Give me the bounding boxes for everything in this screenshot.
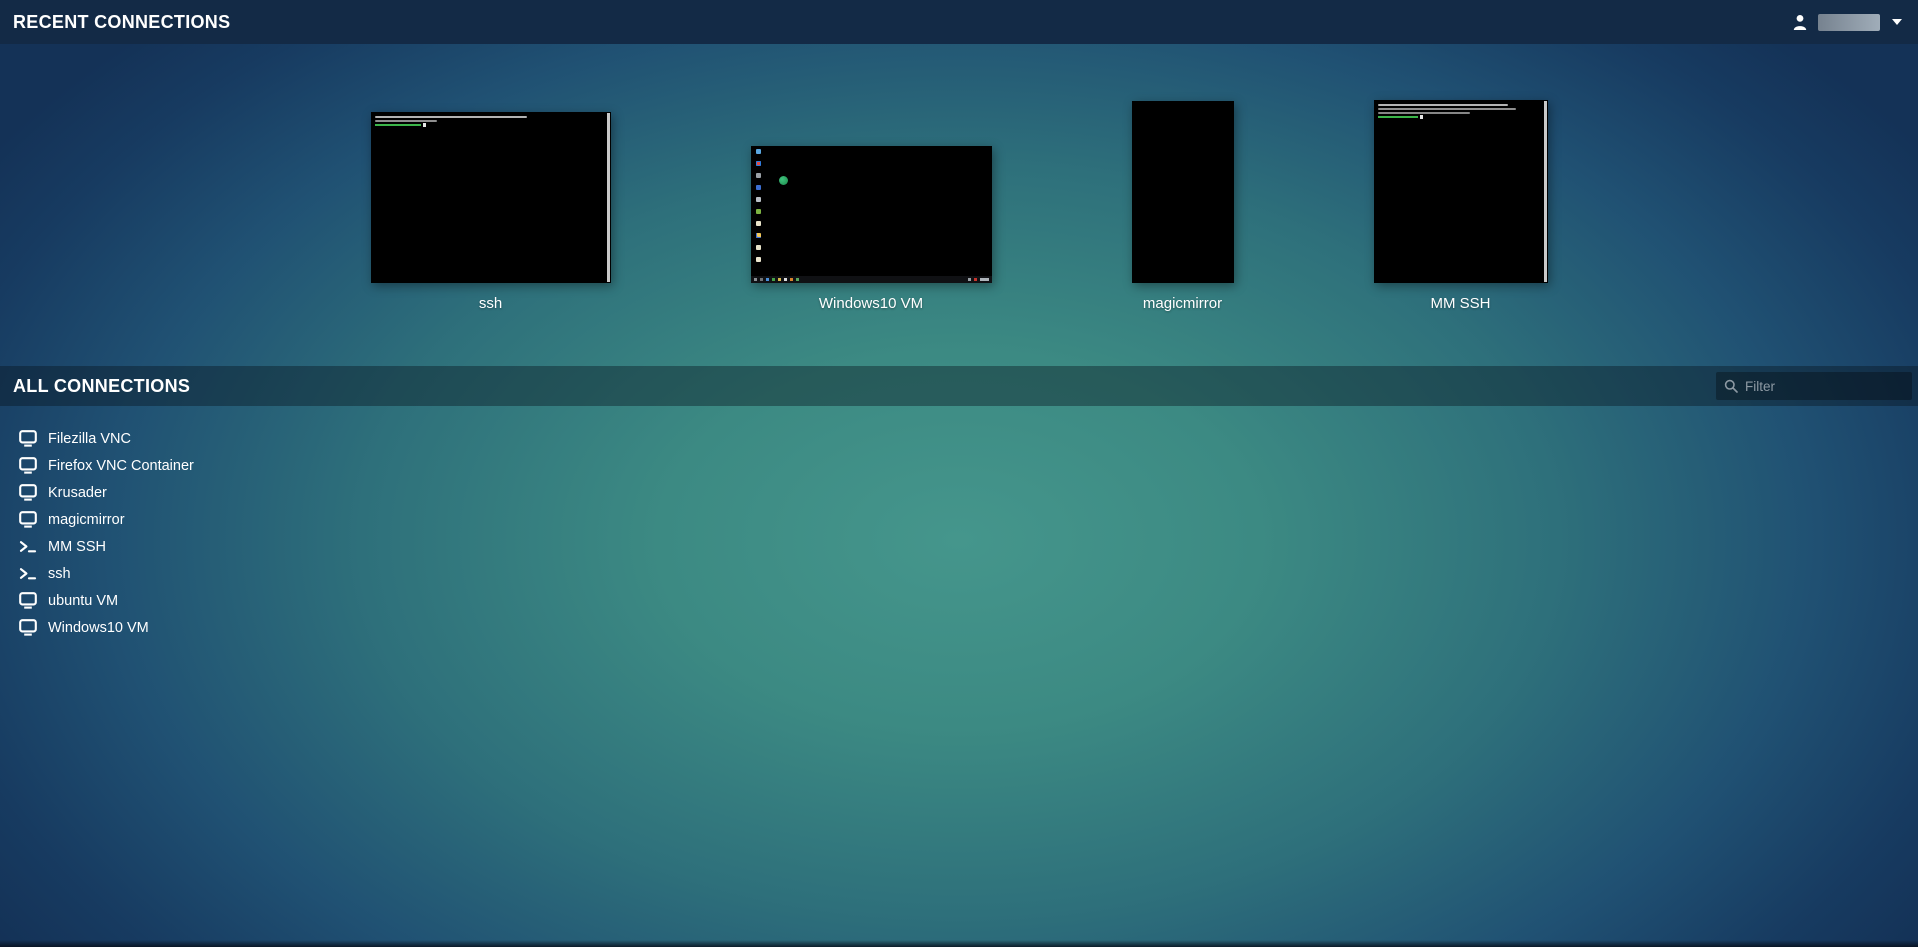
connection-list-item[interactable]: Firefox VNC Container <box>0 452 1918 479</box>
filter-input[interactable] <box>1745 379 1904 394</box>
connection-label: Windows10 VM <box>48 620 149 636</box>
connection-name: magicmirror <box>1143 295 1222 313</box>
thumbnail-terminal-text <box>375 116 527 142</box>
thumbnail-taskbar <box>751 276 992 283</box>
recent-connection[interactable]: magicmirror <box>1132 101 1234 313</box>
monitor-icon <box>19 619 37 636</box>
monitor-icon <box>19 511 37 528</box>
recent-connections-row: ssh Windows10 VM <box>0 44 1918 313</box>
chevron-down-icon <box>1892 19 1902 25</box>
connection-name: ssh <box>479 295 502 313</box>
thumbnail-scrollbar <box>607 113 610 282</box>
thumbnail-green-orb-icon <box>779 176 788 185</box>
connection-name: Windows10 VM <box>819 295 923 313</box>
thumbnail-scrollbar <box>1544 101 1547 282</box>
search-icon <box>1724 379 1738 393</box>
connection-thumbnail <box>751 146 992 283</box>
recent-connection[interactable]: MM SSH <box>1374 100 1548 313</box>
connection-list-item[interactable]: Windows10 VM <box>0 614 1918 641</box>
connection-name: MM SSH <box>1431 295 1491 313</box>
connection-list-item[interactable]: magicmirror <box>0 506 1918 533</box>
thumbnail-terminal-text <box>1378 104 1516 134</box>
page-title: RECENT CONNECTIONS <box>13 12 230 33</box>
connection-list-item[interactable]: ssh <box>0 560 1918 587</box>
connection-thumbnail <box>371 112 611 283</box>
connection-label: Krusader <box>48 485 107 501</box>
filter-box[interactable] <box>1716 372 1912 400</box>
recent-connection[interactable]: Windows10 VM <box>751 146 992 313</box>
connection-list-item[interactable]: Krusader <box>0 479 1918 506</box>
section-title: ALL CONNECTIONS <box>13 376 190 397</box>
connection-label: Firefox VNC Container <box>48 458 194 474</box>
all-connections-bar: ALL CONNECTIONS <box>0 366 1918 406</box>
terminal-icon <box>19 538 37 555</box>
connection-thumbnail <box>1132 101 1234 283</box>
connection-label: Filezilla VNC <box>48 431 131 447</box>
bottom-edge-shadow <box>0 940 1918 947</box>
connection-list-item[interactable]: ubuntu VM <box>0 587 1918 614</box>
monitor-icon <box>19 457 37 474</box>
terminal-icon <box>19 565 37 582</box>
connection-list-item[interactable]: Filezilla VNC <box>0 425 1918 452</box>
monitor-icon <box>19 430 37 447</box>
thumbnail-desktop-icons <box>756 149 761 262</box>
username-redacted <box>1818 14 1880 31</box>
connection-label: ubuntu VM <box>48 593 118 609</box>
connection-label: magicmirror <box>48 512 125 528</box>
connection-list: Filezilla VNC Firefox VNC Container <box>0 425 1918 641</box>
recent-connection[interactable]: ssh <box>371 112 611 313</box>
user-menu-button[interactable] <box>1789 0 1904 44</box>
top-bar: RECENT CONNECTIONS <box>0 0 1918 44</box>
connection-label: MM SSH <box>48 539 106 555</box>
monitor-icon <box>19 484 37 501</box>
connection-label: ssh <box>48 566 71 582</box>
connection-thumbnail <box>1374 100 1548 283</box>
connection-list-item[interactable]: MM SSH <box>0 533 1918 560</box>
user-icon <box>1791 13 1809 31</box>
monitor-icon <box>19 592 37 609</box>
